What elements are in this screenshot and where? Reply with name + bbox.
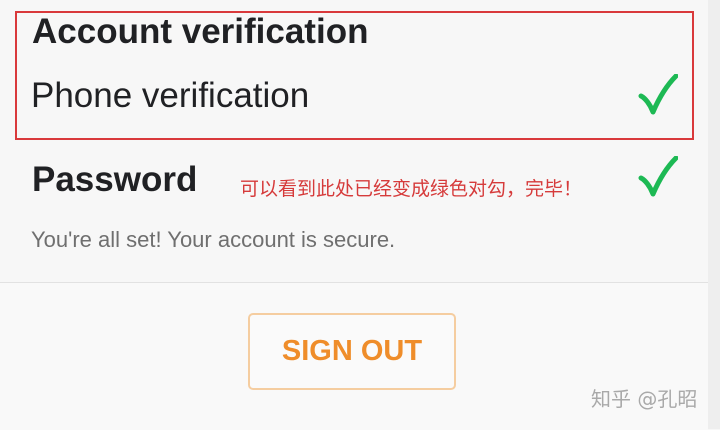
- password-title: Password: [32, 160, 198, 199]
- sign-out-button[interactable]: SIGN OUT: [248, 313, 456, 390]
- check-icon: [638, 74, 678, 115]
- check-icon: [638, 156, 678, 197]
- phone-verification-item[interactable]: Phone verification: [31, 74, 309, 118]
- password-status-text: You're all set! Your account is secure.: [31, 227, 396, 252]
- right-edge-strip: [708, 0, 720, 429]
- annotation-note: 可以看到此处已经变成绿色对勾，完毕！: [240, 178, 583, 200]
- account-verification-title: Account verification: [32, 12, 369, 51]
- watermark: 知乎 @孔昭: [591, 387, 698, 411]
